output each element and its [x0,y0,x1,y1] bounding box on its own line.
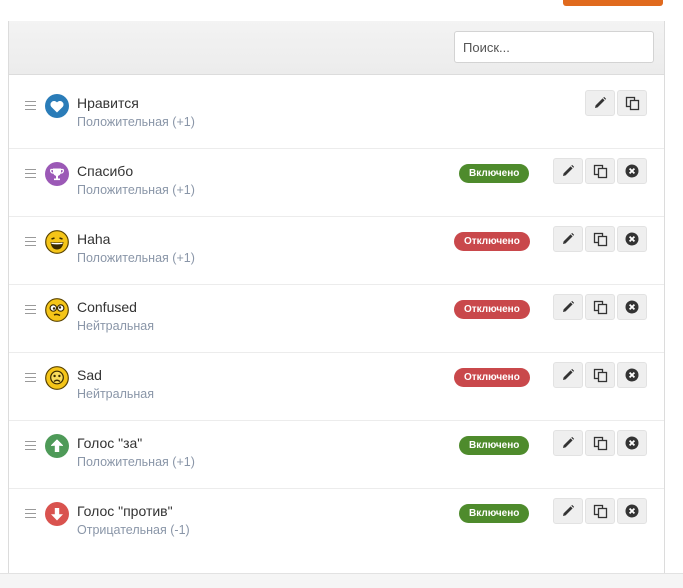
copy-button[interactable] [585,158,615,184]
reaction-row: Haha Положительная (+1) Отключено [9,217,664,285]
drag-handle-icon[interactable] [25,101,36,110]
copy-button[interactable] [585,362,615,388]
pencil-icon [563,504,575,516]
reaction-title: Haha [77,231,111,247]
top-action-button[interactable] [563,0,663,6]
trophy-icon [45,162,69,186]
close-circle-icon [625,368,639,382]
status-badge[interactable]: Включено [459,504,530,523]
delete-button[interactable] [617,430,647,456]
reaction-type: Отрицательная (-1) [77,523,190,537]
copy-button[interactable] [617,90,647,116]
reaction-type: Положительная (+1) [77,455,195,469]
pencil-icon [563,164,575,176]
arrow-up-circle-icon [45,434,69,458]
edit-button[interactable] [553,158,583,184]
close-circle-icon [625,232,639,246]
laughing-face-icon [45,230,69,254]
arrow-down-circle-icon [45,502,69,526]
delete-button[interactable] [617,294,647,320]
close-circle-icon [625,300,639,314]
copy-icon [593,232,607,246]
copy-button[interactable] [585,226,615,252]
delete-button[interactable] [617,158,647,184]
pencil-icon [595,96,607,108]
drag-handle-icon[interactable] [25,509,36,518]
reaction-title: Нравится [77,95,139,111]
delete-button[interactable] [617,226,647,252]
drag-handle-icon[interactable] [25,441,36,450]
copy-icon [593,504,607,518]
status-badge[interactable]: Отключено [454,300,530,319]
reaction-row: Sad Нейтральная Отключено [9,353,664,421]
reaction-type: Положительная (+1) [77,115,195,129]
edit-button[interactable] [585,90,615,116]
reaction-row: Нравится Положительная (+1) [9,81,664,149]
drag-handle-icon[interactable] [25,305,36,314]
close-circle-icon [625,164,639,178]
edit-button[interactable] [553,430,583,456]
status-badge[interactable]: Отключено [454,232,530,251]
search-input[interactable] [454,31,654,63]
reaction-row: Голос "против" Отрицательная (-1) Включе… [9,489,664,556]
reaction-title: Голос "за" [77,435,143,451]
drag-handle-icon[interactable] [25,237,36,246]
reaction-row: Confused Нейтральная Отключено [9,285,664,353]
copy-button[interactable] [585,430,615,456]
reaction-title: Confused [77,299,137,315]
edit-button[interactable] [553,226,583,252]
reaction-type: Положительная (+1) [77,251,195,265]
close-circle-icon [625,504,639,518]
heart-icon [45,94,69,118]
status-badge[interactable]: Включено [459,436,530,455]
filter-bar [9,21,664,75]
confused-face-icon [45,298,69,322]
pencil-icon [563,300,575,312]
delete-button[interactable] [617,498,647,524]
drag-handle-icon[interactable] [25,373,36,382]
status-badge[interactable]: Отключено [454,368,530,387]
drag-handle-icon[interactable] [25,169,36,178]
close-circle-icon [625,436,639,450]
pencil-icon [563,436,575,448]
copy-icon [625,96,639,110]
reactions-panel: Нравится Положительная (+1) Спасибо Поло… [8,21,665,575]
edit-button[interactable] [553,362,583,388]
reaction-title: Голос "против" [77,503,173,519]
edit-button[interactable] [553,498,583,524]
pencil-icon [563,368,575,380]
edit-button[interactable] [553,294,583,320]
copy-icon [593,164,607,178]
sad-face-icon [45,366,69,390]
reaction-row: Спасибо Положительная (+1) Включено [9,149,664,217]
reaction-type: Нейтральная [77,387,155,401]
reaction-type: Положительная (+1) [77,183,195,197]
copy-icon [593,436,607,450]
status-badge[interactable]: Включено [459,164,530,183]
copy-icon [593,300,607,314]
delete-button[interactable] [617,362,647,388]
reaction-title: Спасибо [77,163,134,179]
copy-button[interactable] [585,498,615,524]
page-footer-strip [0,573,683,588]
reaction-title: Sad [77,367,102,383]
pencil-icon [563,232,575,244]
reaction-type: Нейтральная [77,319,155,333]
copy-icon [593,368,607,382]
reaction-list: Нравится Положительная (+1) Спасибо Поло… [9,81,664,556]
reaction-row: Голос "за" Положительная (+1) Включено [9,421,664,489]
copy-button[interactable] [585,294,615,320]
